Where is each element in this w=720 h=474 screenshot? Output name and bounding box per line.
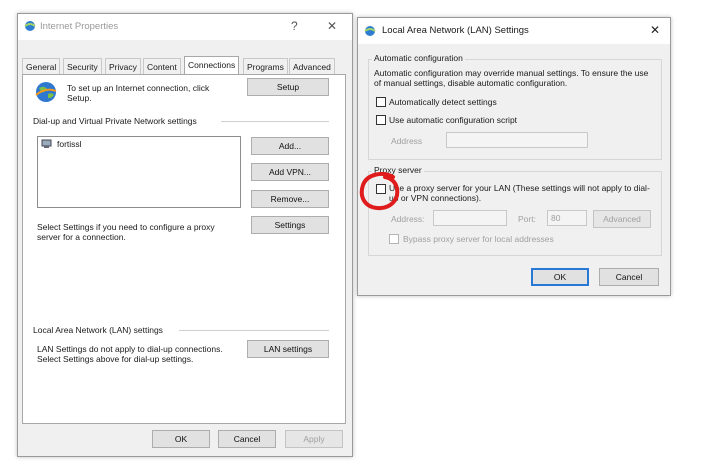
tab-connections[interactable]: Connections — [184, 56, 240, 75]
remove-button[interactable]: Remove... — [251, 190, 329, 208]
lan-separator — [179, 330, 329, 331]
settings-description: Select Settings if you need to configure… — [37, 222, 215, 242]
auto-detect-checkbox[interactable] — [376, 97, 386, 107]
port-field[interactable]: 80 — [547, 210, 587, 226]
title-bar: Internet Properties ? ✕ — [18, 14, 352, 40]
add-button[interactable]: Add... — [251, 137, 329, 155]
add-vpn-button[interactable]: Add VPN... — [251, 163, 329, 181]
lan-close-button[interactable]: ✕ — [650, 23, 660, 37]
help-button[interactable]: ? — [291, 19, 298, 33]
window-title: Internet Properties — [40, 21, 119, 32]
tab-programs[interactable]: Programs — [243, 58, 288, 74]
settings-button[interactable]: Settings — [251, 216, 329, 234]
close-button[interactable]: ✕ — [327, 19, 337, 33]
lan-settings-window: Local Area Network (LAN) Settings ✕ Auto… — [357, 17, 671, 296]
connections-tab-panel: To set up an Internet connection, click … — [22, 74, 346, 424]
bypass-local-checkbox[interactable] — [389, 234, 399, 244]
internet-options-icon — [364, 25, 376, 37]
port-label: Port: — [518, 214, 536, 224]
use-proxy-label[interactable]: Use a proxy server for your LAN (These s… — [389, 183, 651, 203]
tab-privacy[interactable]: Privacy — [105, 58, 141, 74]
vpn-connection-name: fortissl — [57, 139, 82, 149]
lan-ok-button[interactable]: OK — [531, 268, 589, 286]
lan-window-title: Local Area Network (LAN) Settings — [382, 25, 529, 36]
auto-detect-label[interactable]: Automatically detect settings — [389, 97, 497, 107]
auto-script-checkbox[interactable] — [376, 115, 386, 125]
globe-icon — [35, 81, 57, 103]
lan-description: LAN Settings do not apply to dial-up con… — [37, 344, 223, 364]
vpn-connections-list[interactable]: fortissl — [37, 136, 241, 208]
tab-advanced[interactable]: Advanced — [289, 58, 335, 74]
apply-button[interactable]: Apply — [285, 430, 343, 448]
script-address-field[interactable] — [446, 132, 588, 148]
lan-title-bar: Local Area Network (LAN) Settings ✕ — [358, 18, 670, 44]
ok-button[interactable]: OK — [152, 430, 210, 448]
internet-options-icon — [24, 20, 36, 32]
proxy-address-label: Address: — [391, 214, 425, 224]
automatic-configuration-label: Automatic configuration — [372, 53, 465, 63]
cancel-button[interactable]: Cancel — [218, 430, 276, 448]
lan-settings-button[interactable]: LAN settings — [247, 340, 329, 358]
setup-description: To set up an Internet connection, click … — [67, 83, 210, 103]
advanced-button[interactable]: Advanced — [593, 210, 651, 228]
script-address-label: Address — [391, 136, 423, 146]
red-circle-annotation — [359, 171, 400, 211]
lan-section-label: Local Area Network (LAN) settings — [33, 325, 163, 335]
setup-button[interactable]: Setup — [247, 78, 329, 96]
bypass-local-label[interactable]: Bypass proxy server for local addresses — [403, 234, 554, 244]
proxy-address-field[interactable] — [433, 210, 507, 226]
tab-security[interactable]: Security — [63, 58, 102, 74]
auto-script-label[interactable]: Use automatic configuration script — [389, 115, 517, 125]
automatic-configuration-description: Automatic configuration may override man… — [374, 68, 649, 88]
dialup-section-label: Dial-up and Virtual Private Network sett… — [33, 116, 197, 126]
tab-content[interactable]: Content — [143, 58, 181, 74]
tab-general[interactable]: General — [22, 58, 61, 74]
vpn-connection-icon — [41, 139, 53, 149]
internet-properties-window: Internet Properties ? ✕ General Security… — [17, 13, 353, 457]
lan-cancel-button[interactable]: Cancel — [599, 268, 659, 286]
dialup-separator — [221, 121, 329, 122]
